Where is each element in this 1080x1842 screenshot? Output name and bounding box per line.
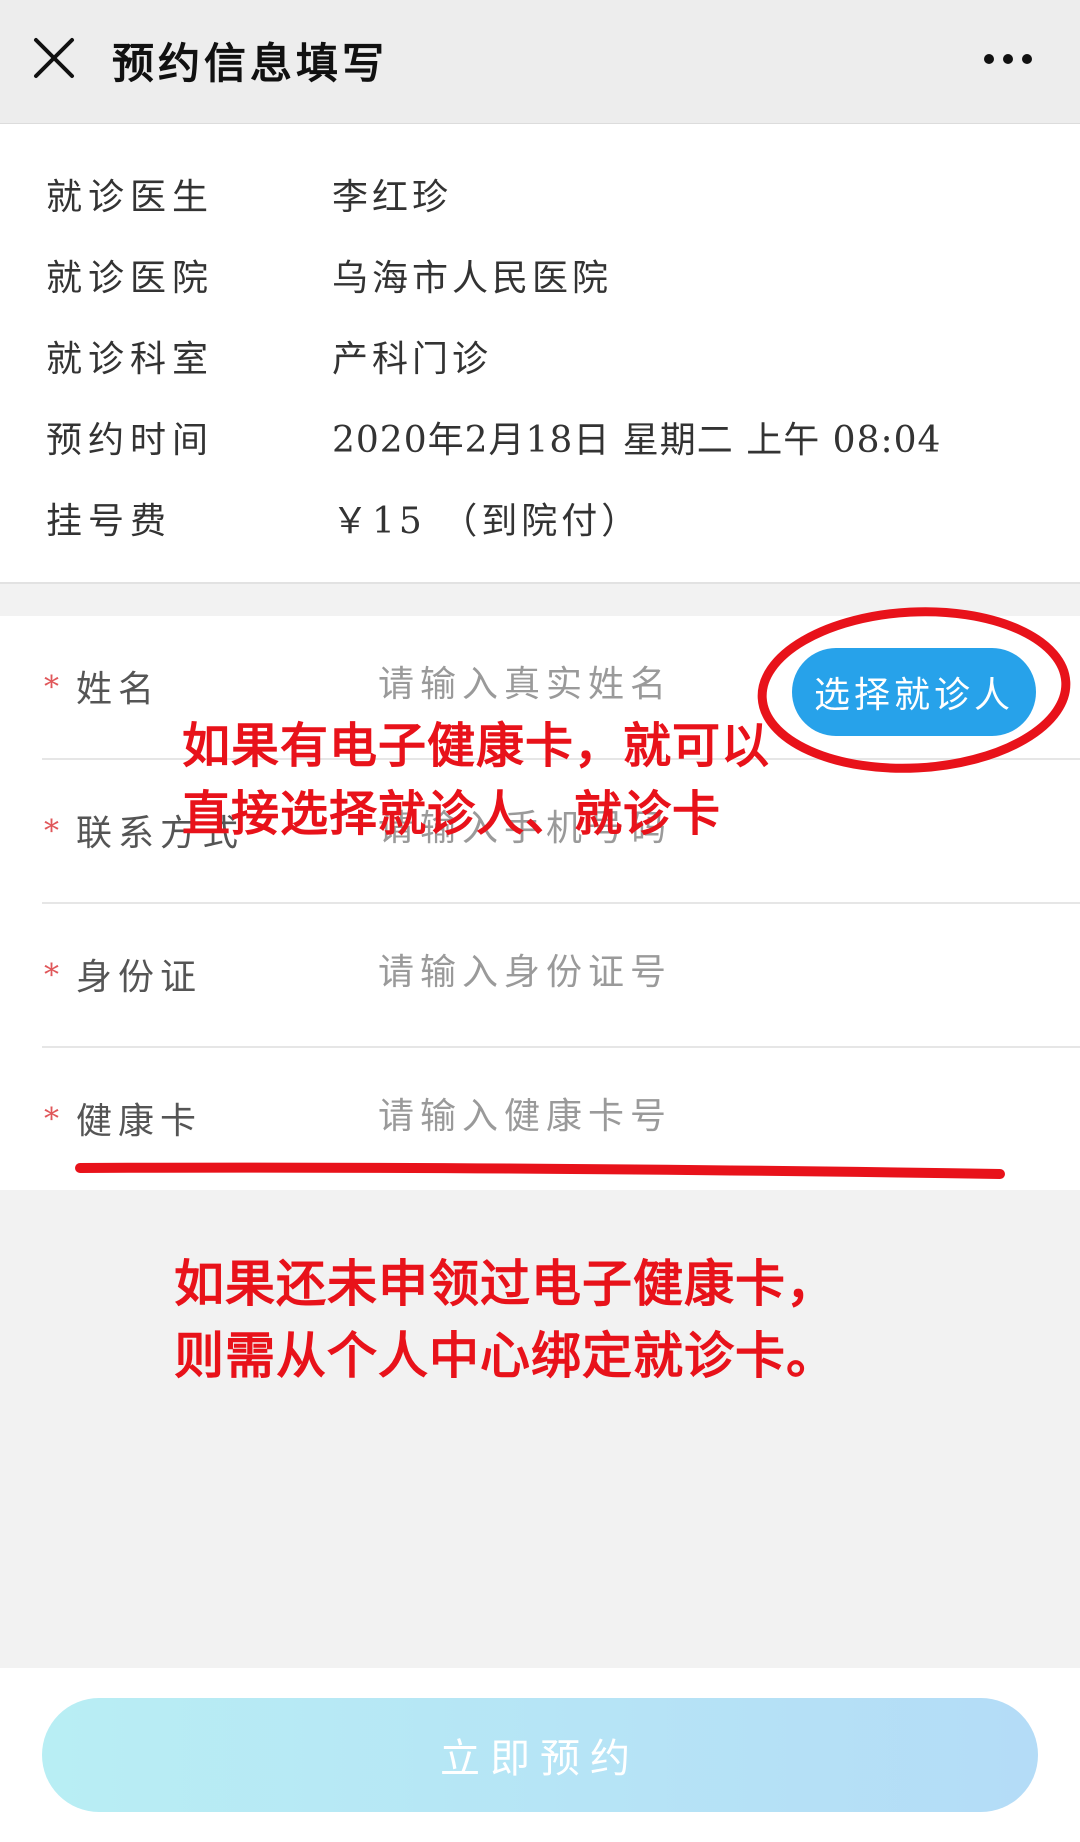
info-label: 挂号费	[46, 501, 173, 542]
required-mark: *	[44, 958, 59, 993]
department-name: 产科门诊	[332, 339, 493, 380]
info-row-department: 就诊科室 产科门诊	[0, 330, 1080, 390]
required-mark: *	[44, 670, 59, 705]
submit-appointment-button[interactable]: 立即预约	[42, 1698, 1038, 1812]
info-label: 就诊医院	[46, 258, 215, 299]
name-input[interactable]	[378, 656, 738, 712]
id-card-input[interactable]	[378, 944, 738, 1000]
registration-fee: ￥15 （到院付）	[332, 501, 642, 542]
bottom-bar: 立即预约	[0, 1668, 1080, 1842]
info-row-fee: 挂号费 ￥15 （到院付）	[0, 492, 1080, 552]
hospital-name: 乌海市人民医院	[332, 258, 613, 299]
more-icon[interactable]	[982, 52, 1034, 66]
annotation-note-1: 如果有电子健康卡，就可以 直接选择就诊人、就诊卡	[182, 712, 770, 848]
choose-patient-button[interactable]: 选择就诊人	[792, 648, 1036, 736]
annotation-line: 如果有电子健康卡，就可以	[182, 718, 771, 774]
annotation-line: 如果还未申领过电子健康卡，	[174, 1255, 837, 1313]
info-label: 就诊科室	[46, 339, 215, 380]
appointment-info-card: 就诊医生 李红珍 就诊医院 乌海市人民医院 就诊科室 产科门诊 预约时间 202…	[0, 124, 1080, 584]
info-row-doctor: 就诊医生 李红珍	[0, 168, 1080, 228]
health-card-input[interactable]	[378, 1088, 738, 1144]
info-row-time: 预约时间 2020年2月18日 星期二 上午 08:04	[0, 411, 1080, 471]
annotation-line: 则需从个人中心绑定就诊卡。	[174, 1327, 837, 1385]
info-row-hospital: 就诊医院 乌海市人民医院	[0, 249, 1080, 309]
annotation-line: 直接选择就诊人、就诊卡	[182, 786, 722, 842]
info-label: 预约时间	[46, 420, 215, 461]
close-icon[interactable]	[32, 36, 76, 80]
form-row-health-card: * 健康卡	[0, 1048, 1080, 1192]
required-mark: *	[44, 1102, 59, 1137]
field-label: 姓名	[76, 669, 161, 710]
page-title: 预约信息填写	[112, 39, 389, 88]
doctor-name: 李红珍	[332, 177, 453, 218]
top-bar: 预约信息填写	[0, 0, 1080, 124]
annotation-note-2: 如果还未申领过电子健康卡， 则需从个人中心绑定就诊卡。	[174, 1248, 837, 1392]
form-row-id-card: * 身份证	[0, 904, 1080, 1048]
field-label: 身份证	[76, 957, 203, 998]
required-mark: *	[44, 814, 59, 849]
appointment-time: 2020年2月18日 星期二 上午 08:04	[332, 420, 942, 461]
info-label: 就诊医生	[46, 177, 215, 218]
field-label: 健康卡	[76, 1101, 203, 1142]
